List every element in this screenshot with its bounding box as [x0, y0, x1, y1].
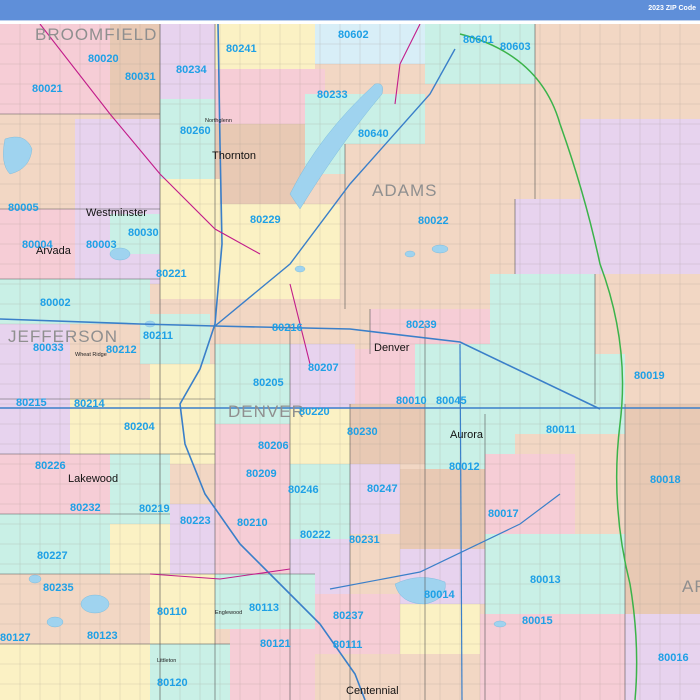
- zip-label: 80246: [288, 484, 319, 496]
- zip-code-map[interactable]: BROOMFIELD ADAMS JEFFERSON DENVER ARAPAH…: [0, 24, 700, 700]
- zip-label: 80019: [634, 370, 665, 382]
- zip-label: 80021: [32, 83, 63, 95]
- zip-label: 80220: [299, 406, 330, 418]
- zip-label: 80239: [406, 319, 437, 331]
- zip-label: 80234: [176, 64, 207, 76]
- zip-label: 80640: [358, 128, 389, 140]
- zip-label: 80223: [180, 515, 211, 527]
- city-centennial: Centennial: [346, 685, 399, 697]
- zip-label: 80022: [418, 215, 449, 227]
- zip-label: 80601: [463, 34, 494, 46]
- city-thornton: Thornton: [212, 150, 256, 162]
- zip-label: 80205: [253, 377, 284, 389]
- zip-label: 80210: [237, 517, 268, 529]
- place-wheat-ridge: Wheat Ridge: [75, 352, 107, 358]
- city-westminster: Westminster: [86, 207, 147, 219]
- zip-label: 80235: [43, 582, 74, 594]
- county-arapahoe: ARAPAHOE: [682, 577, 700, 596]
- zip-label: 80216: [272, 322, 303, 334]
- zip-label: 80229: [250, 214, 281, 226]
- zip-label: 80113: [249, 602, 279, 614]
- zip-label: 80232: [70, 502, 101, 514]
- zip-label: 80004: [22, 239, 53, 251]
- zip-label: 80031: [125, 71, 156, 83]
- zip-label: 80111: [333, 639, 362, 651]
- zip-label: 80233: [317, 89, 348, 101]
- zip-label: 80121: [260, 638, 291, 650]
- zip-label: 80016: [658, 652, 689, 664]
- zip-label: 80237: [333, 610, 364, 622]
- city-denver: Denver: [374, 342, 410, 354]
- zip-label: 80219: [139, 503, 170, 515]
- zip-label: 80603: [500, 41, 531, 53]
- zip-label: 80226: [35, 460, 66, 472]
- zip-label: 80017: [488, 508, 519, 520]
- city-aurora: Aurora: [450, 429, 484, 441]
- zip-label: 80020: [88, 53, 119, 65]
- zip-label: 80123: [87, 630, 118, 642]
- zip-label: 80030: [128, 227, 159, 239]
- zip-label: 80012: [449, 461, 480, 473]
- place-littleton: Littleton: [157, 658, 176, 664]
- zip-label: 80215: [16, 397, 47, 409]
- county-broomfield: BROOMFIELD: [35, 25, 157, 44]
- map-canvas: BROOMFIELD ADAMS JEFFERSON DENVER ARAPAH…: [0, 24, 700, 700]
- place-northglenn: Northglenn: [205, 118, 232, 124]
- zip-label: 80010: [396, 395, 427, 407]
- zip-label: 80014: [424, 589, 455, 601]
- zip-label: 80260: [180, 125, 211, 137]
- zip-label: 80033: [33, 342, 64, 354]
- zip-label: 80013: [530, 574, 561, 586]
- zip-label: 80209: [246, 468, 277, 480]
- zip-label: 80206: [258, 440, 289, 452]
- zip-label: 80230: [347, 426, 378, 438]
- map-title: 2023 ZIP Code: [648, 5, 696, 12]
- county-denver: DENVER: [228, 402, 305, 421]
- zip-label: 80211: [143, 330, 173, 342]
- zip-label: 80003: [86, 239, 117, 251]
- zip-label: 80227: [37, 550, 68, 562]
- zip-label: 80214: [74, 398, 105, 410]
- zip-label: 80247: [367, 483, 398, 495]
- zip-label: 80222: [300, 529, 331, 541]
- zip-label: 80127: [0, 632, 31, 644]
- zip-label: 80204: [124, 421, 155, 433]
- zip-label: 80221: [156, 268, 187, 280]
- zip-label: 80241: [226, 43, 257, 55]
- county-adams: ADAMS: [372, 181, 437, 200]
- zip-label: 80018: [650, 474, 681, 486]
- zip-label: 80231: [349, 534, 380, 546]
- zip-label: 80005: [8, 202, 39, 214]
- zip-label: 80045: [436, 395, 467, 407]
- city-lakewood: Lakewood: [68, 473, 118, 485]
- zip-label: 80120: [157, 677, 188, 689]
- zip-label: 80212: [106, 344, 137, 356]
- zip-label: 80002: [40, 297, 71, 309]
- zip-label: 80207: [308, 362, 339, 374]
- map-header-bar: 2023 ZIP Code: [0, 0, 700, 20]
- place-englewood: Englewood: [215, 610, 242, 616]
- zip-label: 80011: [546, 424, 576, 436]
- zip-label: 80110: [157, 606, 187, 618]
- zip-label: 80602: [338, 29, 369, 41]
- zip-label: 80015: [522, 615, 553, 627]
